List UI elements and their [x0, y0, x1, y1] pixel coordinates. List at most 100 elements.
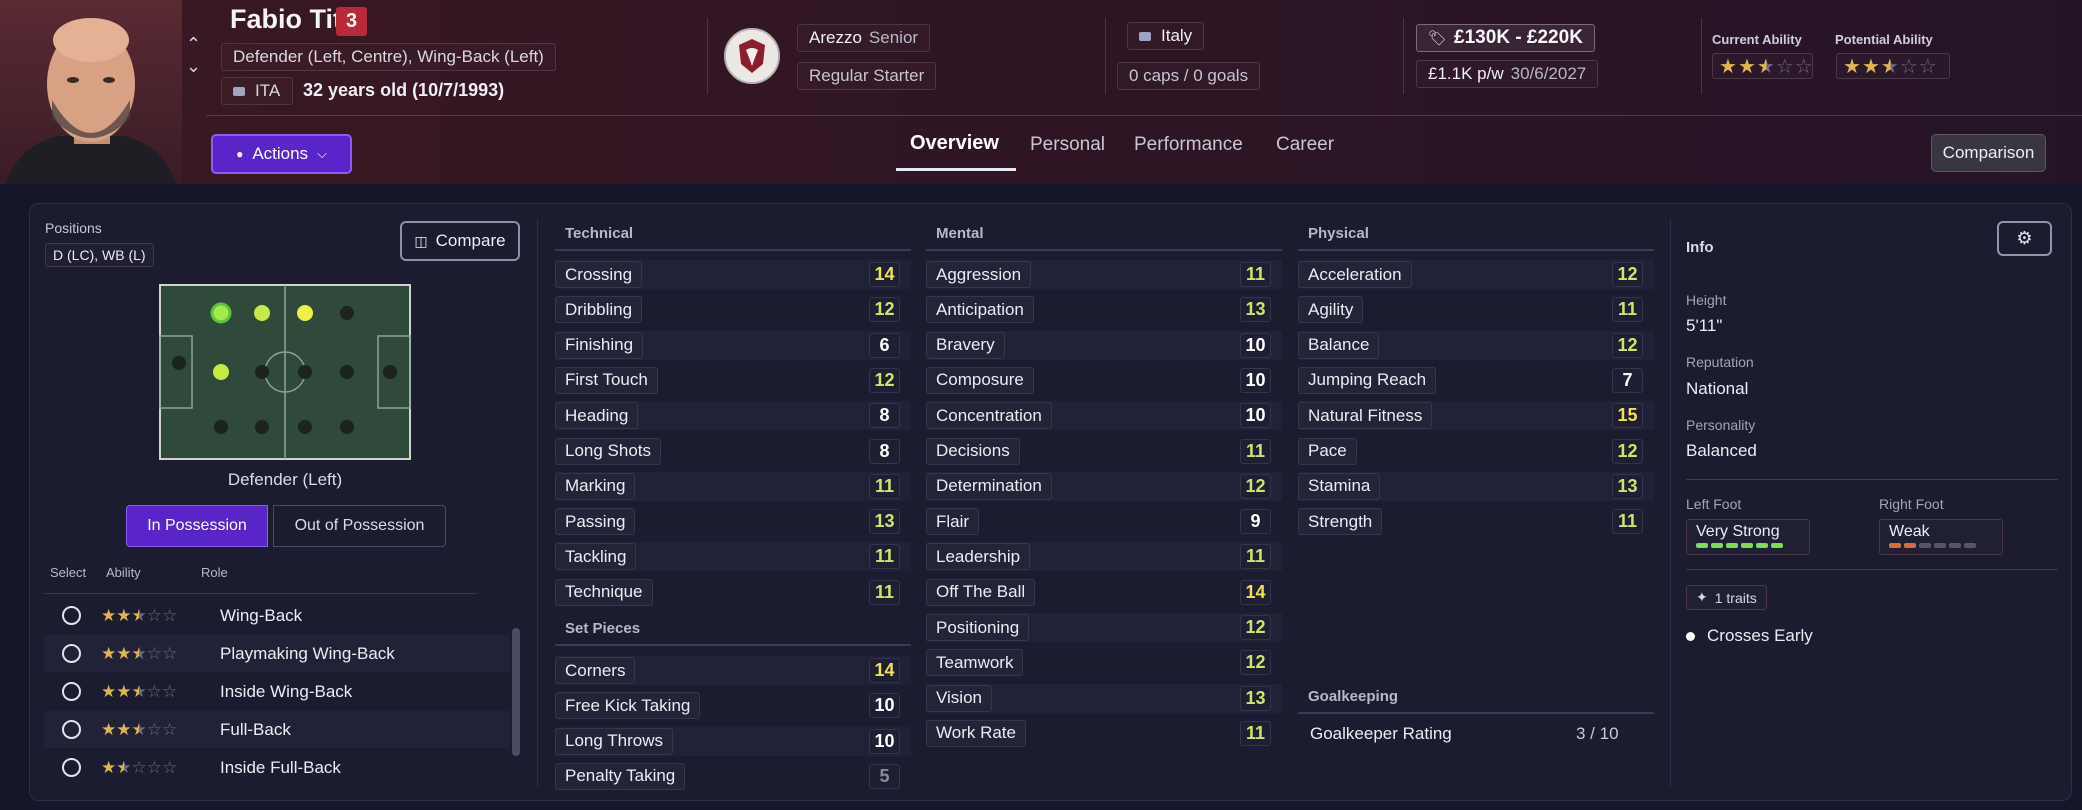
club-name[interactable]: Arezzo Senior [797, 24, 931, 52]
attribute-row[interactable]: Dribbling 12 [555, 295, 911, 324]
foot-level-segment [1711, 543, 1723, 548]
foot-level-segment [1889, 543, 1901, 548]
attribute-row[interactable]: Pace 12 [1298, 437, 1654, 466]
attribute-name: Flair [926, 508, 980, 536]
previous-player-arrow[interactable]: ⌃ [186, 34, 201, 55]
tab-personal[interactable]: Personal [1030, 134, 1105, 156]
radio-button[interactable] [62, 720, 81, 739]
attribute-name: Determination [926, 472, 1052, 500]
role-row[interactable]: ★★★☆☆ Inside Wing-Back [44, 673, 510, 710]
attribute-row[interactable]: Leadership 11 [926, 542, 1282, 572]
attribute-row[interactable]: Penalty Taking 5 [555, 762, 911, 791]
attribute-row[interactable]: Technique 11 [555, 578, 911, 607]
attribute-value: 13 [1240, 297, 1271, 323]
attribute-row[interactable]: Agility 11 [1298, 295, 1654, 324]
attribute-value: 5 [869, 763, 900, 789]
next-player-arrow[interactable]: ⌄ [186, 56, 201, 77]
potential-ability-label: Potential Ability [1835, 32, 1933, 47]
nation-badge[interactable]: Italy [1127, 22, 1205, 50]
info-settings-button[interactable]: ⚙ [1997, 221, 2052, 256]
attribute-row[interactable]: Teamwork 12 [926, 648, 1282, 677]
attribute-row[interactable]: Marking 11 [555, 471, 911, 501]
attribute-value: 14 [869, 262, 900, 287]
role-row[interactable]: ★★☆☆☆ Inside Full-Back [44, 749, 510, 786]
half-star-icon: ★ [1880, 55, 1900, 78]
attribute-row[interactable]: Long Throws 10 [555, 726, 911, 756]
role-stars: ★★★☆☆ [101, 720, 177, 740]
radio-button[interactable] [62, 644, 81, 663]
physical-title: Physical [1308, 225, 1369, 242]
foot-level-segment [1696, 543, 1708, 548]
roles-header-role: Role [201, 565, 228, 580]
attribute-row[interactable]: Finishing 6 [555, 330, 911, 360]
attribute-row[interactable]: Free Kick Taking 10 [555, 691, 911, 720]
attribute-row[interactable]: Positioning 12 [926, 613, 1282, 642]
attribute-row[interactable]: Off The Ball 14 [926, 578, 1282, 607]
attribute-row[interactable]: Passing 13 [555, 507, 911, 536]
attribute-row[interactable]: Tackling 11 [555, 542, 911, 572]
attribute-value: 10 [1240, 332, 1271, 358]
attribute-row[interactable]: Corners 14 [555, 656, 911, 685]
star-icon: ☆ [1918, 55, 1938, 78]
role-row[interactable]: ★★★☆☆ Full-Back [44, 711, 510, 748]
attribute-row[interactable]: Crossing 14 [555, 260, 911, 289]
caps-goals: 0 caps / 0 goals [1117, 62, 1261, 90]
attribute-row[interactable]: Jumping Reach 7 [1298, 366, 1654, 395]
attribute-value: 12 [1240, 473, 1271, 499]
traits-badge[interactable]: ✦ 1 traits [1686, 585, 1767, 610]
height-value: 5'11" [1686, 316, 1723, 335]
attribute-value: 12 [1240, 650, 1271, 676]
attribute-row[interactable]: Flair 9 [926, 507, 1282, 536]
star-icon: ★ [1861, 55, 1881, 78]
attribute-row[interactable]: Balance 12 [1298, 330, 1654, 360]
compare-button[interactable]: ◫ Compare [400, 221, 520, 261]
attribute-row[interactable]: Decisions 11 [926, 437, 1282, 466]
attribute-row[interactable]: Work Rate 11 [926, 719, 1282, 748]
left-foot-box: Very Strong [1686, 519, 1810, 555]
attribute-row[interactable]: First Touch 12 [555, 366, 911, 395]
info-divider [1686, 569, 2058, 570]
role-row[interactable]: ★★★☆☆ Playmaking Wing-Back [44, 635, 510, 672]
tab-career[interactable]: Career [1276, 134, 1334, 156]
attribute-row[interactable]: Determination 12 [926, 471, 1282, 501]
radio-button[interactable] [62, 758, 81, 777]
star-icon: ☆ [1794, 55, 1814, 78]
attribute-row[interactable]: Composure 10 [926, 366, 1282, 395]
attribute-value: 12 [869, 297, 900, 323]
attribute-name: Acceleration [1298, 261, 1412, 288]
attribute-row[interactable]: Bravery 10 [926, 330, 1282, 360]
half-star-icon: ★ [131, 681, 147, 701]
attribute-row[interactable]: Natural Fitness 15 [1298, 401, 1654, 431]
tab-overview[interactable]: Overview [910, 132, 999, 155]
star-icon: ★★ [101, 643, 132, 663]
tab-in-possession[interactable]: In Possession [126, 505, 268, 547]
attribute-row[interactable]: Stamina 13 [1298, 471, 1654, 501]
attribute-row[interactable]: Anticipation 13 [926, 295, 1282, 324]
attribute-row[interactable]: Heading 8 [555, 401, 911, 431]
attribute-row[interactable]: Strength 11 [1298, 507, 1654, 536]
attribute-row[interactable]: Concentration 10 [926, 401, 1282, 431]
attribute-name: First Touch [555, 366, 658, 394]
tab-out-of-possession[interactable]: Out of Possession [273, 505, 446, 547]
attribute-row[interactable]: Long Shots 8 [555, 437, 911, 466]
actions-button[interactable]: ● Actions ⌵ [211, 134, 352, 174]
attribute-name: Strength [1298, 508, 1383, 536]
roles-scrollbar[interactable] [512, 628, 520, 756]
attribute-row[interactable]: Vision 13 [926, 683, 1282, 713]
role-stars: ★★☆☆☆ [101, 758, 177, 778]
attribute-row[interactable]: Aggression 11 [926, 260, 1282, 289]
attribute-value: 12 [869, 367, 900, 393]
tab-performance[interactable]: Performance [1134, 134, 1243, 156]
attribute-value: 11 [1240, 720, 1271, 746]
attribute-name: Heading [555, 402, 639, 430]
radio-button[interactable] [62, 606, 81, 625]
attribute-value: 8 [869, 403, 900, 429]
attribute-value: 11 [869, 473, 900, 499]
attribute-row[interactable]: Acceleration 12 [1298, 260, 1654, 289]
personality-label: Personality [1686, 417, 1756, 433]
role-row[interactable]: ★★★☆☆ Wing-Back [44, 597, 510, 634]
club-badge[interactable] [724, 28, 780, 84]
comparison-button[interactable]: Comparison [1931, 134, 2046, 172]
attribute-value: 10 [869, 728, 900, 754]
radio-button[interactable] [62, 682, 81, 701]
